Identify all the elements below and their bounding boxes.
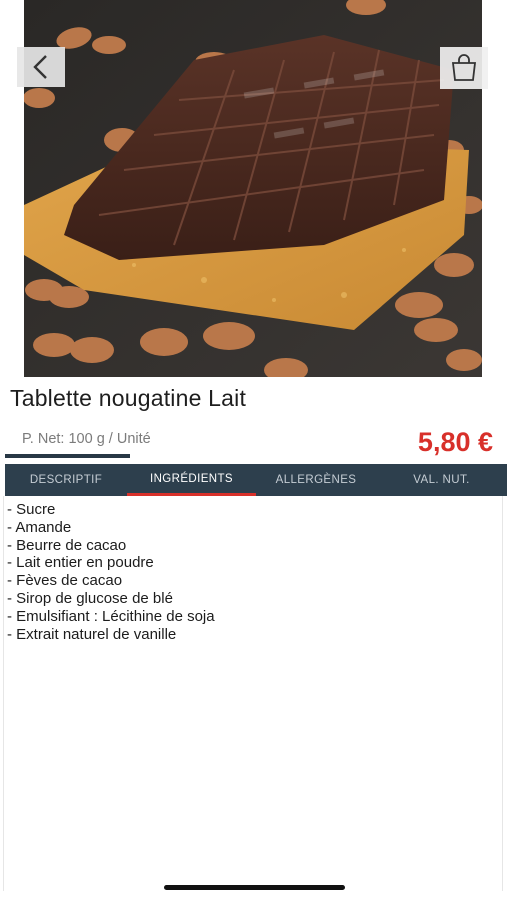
chevron-left-icon [33,55,47,79]
shopping-bag-icon [451,54,477,81]
weight-underline [5,454,130,458]
ingredients-panel: - Sucre - Amande - Beurre de cacao - Lai… [3,496,503,891]
back-button[interactable] [17,47,65,87]
home-indicator [164,885,345,890]
list-item: - Lait entier en poudre [7,554,154,572]
tab-descriptif[interactable]: DESCRIPTIF [5,464,127,496]
product-image [24,0,482,377]
product-title: Tablette nougatine Lait [10,385,247,411]
tab-bar: DESCRIPTIF INGRÉDIENTS ALLERGÈNES VAL. N… [5,464,507,496]
net-weight: P. Net: 100 g / Unité [22,431,151,447]
list-item: - Extrait naturel de vanille [7,625,177,643]
list-item: - Amande [7,518,72,536]
list-item: - Fèves de cacao [7,572,123,590]
list-item: - Beurre de cacao [7,536,127,554]
list-item: - Emulsifiant : Lécithine de soja [7,607,215,625]
tab-allergenes[interactable]: ALLERGÈNES [256,464,376,496]
list-item: - Sucre [7,501,56,518]
ingredient-list: - Sucre - Amande - Beurre de cacao - Lai… [7,501,502,643]
shopping-bag-button[interactable] [440,47,488,89]
list-item: - Sirop de glucose de blé [7,589,173,607]
tab-val-nut[interactable]: VAL. NUT. [376,464,507,496]
tab-ingredients[interactable]: INGRÉDIENTS [127,464,256,496]
product-price: 5,80 € [417,427,493,457]
product-photo [24,0,482,377]
